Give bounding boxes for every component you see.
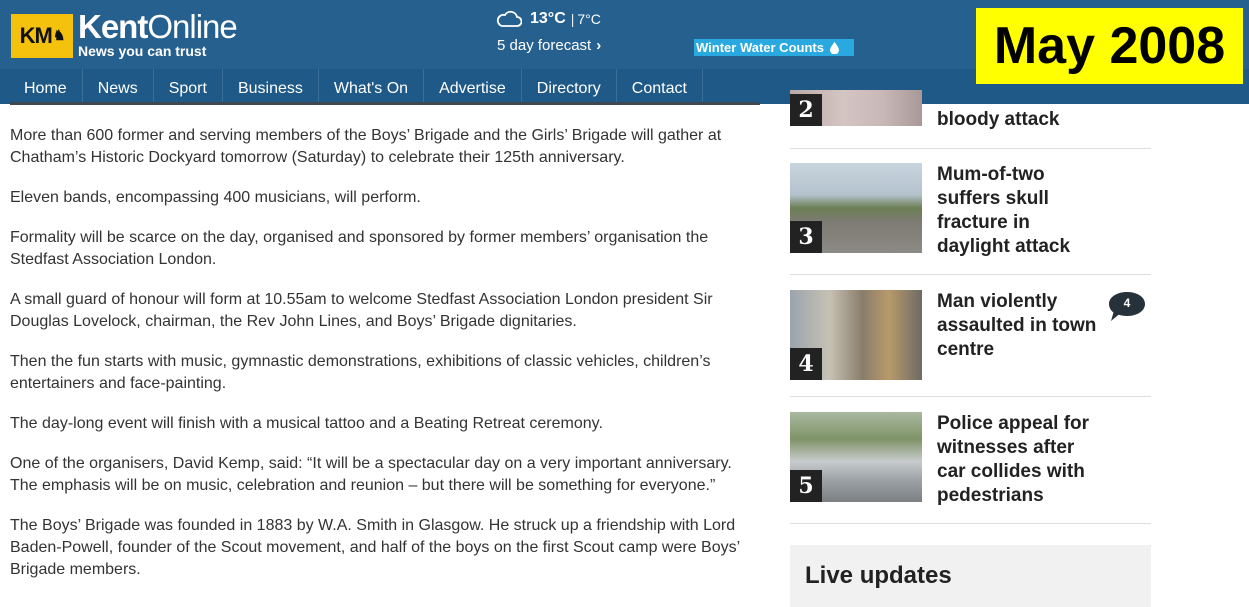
article-body: More than 600 former and serving members… bbox=[10, 125, 760, 599]
rank-number: 5 bbox=[790, 470, 822, 502]
winter-water-counts-label: Winter Water Counts bbox=[696, 40, 824, 55]
article-paragraph: Eleven bands, encompassing 400 musicians… bbox=[10, 189, 421, 206]
nav-business[interactable]: Business bbox=[223, 69, 319, 104]
article-paragraph: A small guard of honour will form at 10.… bbox=[10, 291, 713, 330]
forecast-link[interactable]: 5 day forecast › bbox=[497, 37, 601, 54]
km-logo-mark: KM ♞ bbox=[11, 13, 73, 58]
article-thumbnail[interactable]: 4 bbox=[790, 290, 922, 380]
most-read-item[interactable]: 4 Man violently assaulted in town centre… bbox=[790, 290, 1151, 386]
horse-emblem-icon: ♞ bbox=[52, 27, 66, 43]
brand-name: KentOnline bbox=[78, 10, 238, 43]
nav-sport[interactable]: Sport bbox=[154, 69, 223, 104]
rank-number: 3 bbox=[790, 221, 822, 253]
chevron-right-icon: › bbox=[596, 37, 602, 54]
article-rule bbox=[10, 102, 760, 105]
divider bbox=[790, 396, 1151, 397]
article-thumbnail[interactable]: 2 bbox=[790, 90, 922, 126]
article-thumbnail[interactable]: 3 bbox=[790, 163, 922, 253]
temp-high: 13°C bbox=[530, 10, 566, 27]
water-drop-icon bbox=[829, 41, 839, 54]
divider bbox=[790, 148, 1151, 149]
brand-tagline: News you can trust bbox=[78, 43, 207, 59]
most-read-item[interactable]: 2 bloody attack bbox=[790, 90, 1151, 148]
nav-whats-on[interactable]: What's On bbox=[319, 69, 425, 104]
live-updates-panel: Live updates bbox=[790, 545, 1151, 607]
most-read-title[interactable]: Police appeal for witnesses after car co… bbox=[937, 412, 1107, 508]
live-updates-title: Live updates bbox=[805, 562, 952, 589]
site-logo[interactable]: KM ♞ KentOnline News you can trust bbox=[11, 10, 238, 59]
nav-directory[interactable]: Directory bbox=[522, 69, 617, 104]
weather-widget[interactable]: 13°C | 7°C 5 day forecast › bbox=[496, 8, 601, 54]
nav-contact[interactable]: Contact bbox=[617, 69, 703, 104]
brand-name-light: Online bbox=[147, 8, 237, 45]
date-badge: May 2008 bbox=[976, 8, 1243, 84]
article-paragraph: Formality will be scarce on the day, org… bbox=[10, 229, 709, 268]
rank-number: 4 bbox=[790, 348, 822, 380]
comment-count-badge[interactable]: 4 bbox=[1106, 290, 1148, 324]
article-paragraph: The day-long event will finish with a mu… bbox=[10, 415, 603, 432]
km-logo-text: KM bbox=[19, 22, 53, 48]
article-paragraph: The Boys’ Brigade was founded in 1883 by… bbox=[10, 517, 740, 578]
most-read-item[interactable]: 5 Police appeal for witnesses after car … bbox=[790, 412, 1151, 508]
winter-water-counts-banner[interactable]: Winter Water Counts bbox=[694, 39, 854, 56]
most-read-title[interactable]: bloody attack bbox=[937, 108, 1107, 132]
most-read-item[interactable]: 3 Mum-of-two suffers skull fracture in d… bbox=[790, 163, 1151, 259]
nav-advertise[interactable]: Advertise bbox=[424, 69, 522, 104]
divider bbox=[790, 523, 1151, 524]
nav-home[interactable]: Home bbox=[0, 69, 83, 104]
temp-separator: | bbox=[570, 11, 575, 27]
article-paragraph: One of the organisers, David Kemp, said:… bbox=[10, 455, 732, 494]
most-read-title[interactable]: Mum-of-two suffers skull fracture in day… bbox=[937, 163, 1107, 259]
most-read-title[interactable]: Man violently assaulted in town centre bbox=[937, 290, 1107, 362]
comment-count: 4 bbox=[1123, 296, 1131, 310]
forecast-label: 5 day forecast bbox=[497, 37, 592, 54]
brand-name-bold: Kent bbox=[78, 8, 148, 45]
article-paragraph: Then the fun starts with music, gymnasti… bbox=[10, 353, 711, 392]
cloud-icon bbox=[496, 10, 522, 27]
article-paragraph: More than 600 former and serving members… bbox=[10, 127, 722, 166]
nav-news[interactable]: News bbox=[83, 69, 154, 104]
brand: KentOnline News you can trust bbox=[78, 10, 238, 59]
rank-number: 2 bbox=[790, 94, 822, 126]
divider bbox=[790, 274, 1151, 275]
temp-low: 7°C bbox=[577, 11, 601, 27]
article-thumbnail[interactable]: 5 bbox=[790, 412, 922, 502]
